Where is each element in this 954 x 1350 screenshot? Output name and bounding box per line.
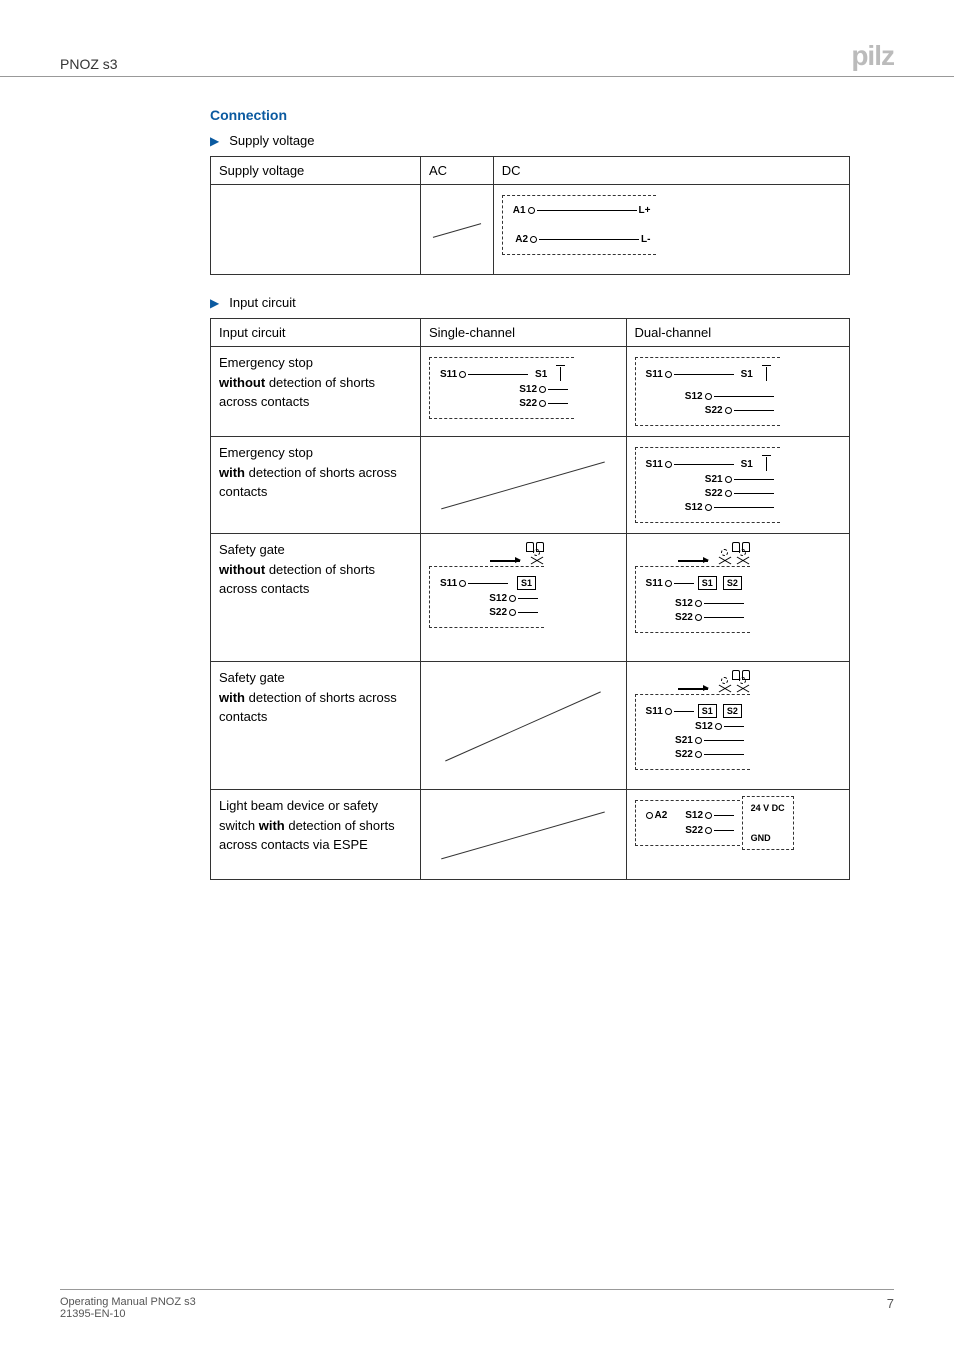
bullet-icon: ▶: [210, 296, 219, 310]
actuator-icon: [530, 554, 544, 568]
input-circuit-table: Input circuit Single-channel Dual-channe…: [210, 318, 850, 880]
input-head-2: Single-channel: [421, 319, 627, 347]
supply-voltage-bullet-text: Supply voltage: [229, 133, 314, 148]
row3-dual: S11 S1S2 S12 S22: [626, 534, 849, 662]
row1-desc: Emergency stop without detection of shor…: [211, 347, 421, 437]
row3-desc: Safety gate without detection of shorts …: [211, 534, 421, 662]
supply-ac-cell: [421, 185, 494, 275]
supply-head-3: DC: [493, 157, 849, 185]
input-head-1: Input circuit: [211, 319, 421, 347]
connection-heading: Connection: [210, 107, 884, 123]
estop-icon: [554, 367, 568, 381]
product-name: PNOZ s3: [60, 56, 118, 72]
footer-left: Operating Manual PNOZ s3 21395-EN-10: [60, 1296, 196, 1320]
supply-voltage-table: Supply voltage AC DC A1 L+ A2 L-: [210, 156, 850, 275]
footer-page-number: 7: [887, 1296, 894, 1320]
row1-single: S11 S1 S12 S22: [421, 347, 627, 437]
row2-desc: Emergency stop with detection of shorts …: [211, 437, 421, 534]
footer-doc-number: 21395-EN-10: [60, 1308, 196, 1320]
row5-dual: A2 S12 S22 24 V DC GND: [626, 790, 849, 880]
input-circuit-bullet-line: ▶ Input circuit: [210, 295, 884, 310]
page-header: PNOZ s3 pilz: [0, 0, 954, 77]
estop-icon: [760, 457, 774, 471]
row5-desc: Light beam device or safety switch with …: [211, 790, 421, 880]
row4-dual: S11 S1S2 S12 S21 S22: [626, 662, 849, 790]
main-content: Connection ▶ Supply voltage Supply volta…: [0, 77, 954, 880]
supply-desc-cell: [211, 185, 421, 275]
actuator-icon: [736, 554, 750, 568]
supply-head-1: Supply voltage: [211, 157, 421, 185]
row2-single: [421, 437, 627, 534]
input-circuit-bullet-text: Input circuit: [229, 295, 295, 310]
arrow-icon: [490, 560, 520, 561]
arrow-icon: [678, 560, 708, 561]
page-footer: Operating Manual PNOZ s3 21395-EN-10 7: [60, 1289, 894, 1320]
footer-manual-title: Operating Manual PNOZ s3: [60, 1296, 196, 1308]
row4-desc: Safety gate with detection of shorts acr…: [211, 662, 421, 790]
row5-single: [421, 790, 627, 880]
supply-voltage-bullet-line: ▶ Supply voltage: [210, 133, 884, 148]
bullet-icon: ▶: [210, 134, 219, 148]
actuator-icon: [736, 682, 750, 696]
row1-dual: S11 S1 S12 S22: [626, 347, 849, 437]
actuator-icon: [718, 554, 732, 568]
row3-single: S11 S1 S12 S22: [421, 534, 627, 662]
supply-dc-cell: A1 L+ A2 L-: [493, 185, 849, 275]
row2-dual: S11 S1 S21 S22 S12: [626, 437, 849, 534]
brand-logo: pilz: [851, 40, 894, 72]
actuator-icon: [718, 682, 732, 696]
arrow-icon: [678, 688, 708, 689]
estop-icon: [760, 367, 774, 381]
supply-head-2: AC: [421, 157, 494, 185]
row4-single: [421, 662, 627, 790]
input-head-3: Dual-channel: [626, 319, 849, 347]
